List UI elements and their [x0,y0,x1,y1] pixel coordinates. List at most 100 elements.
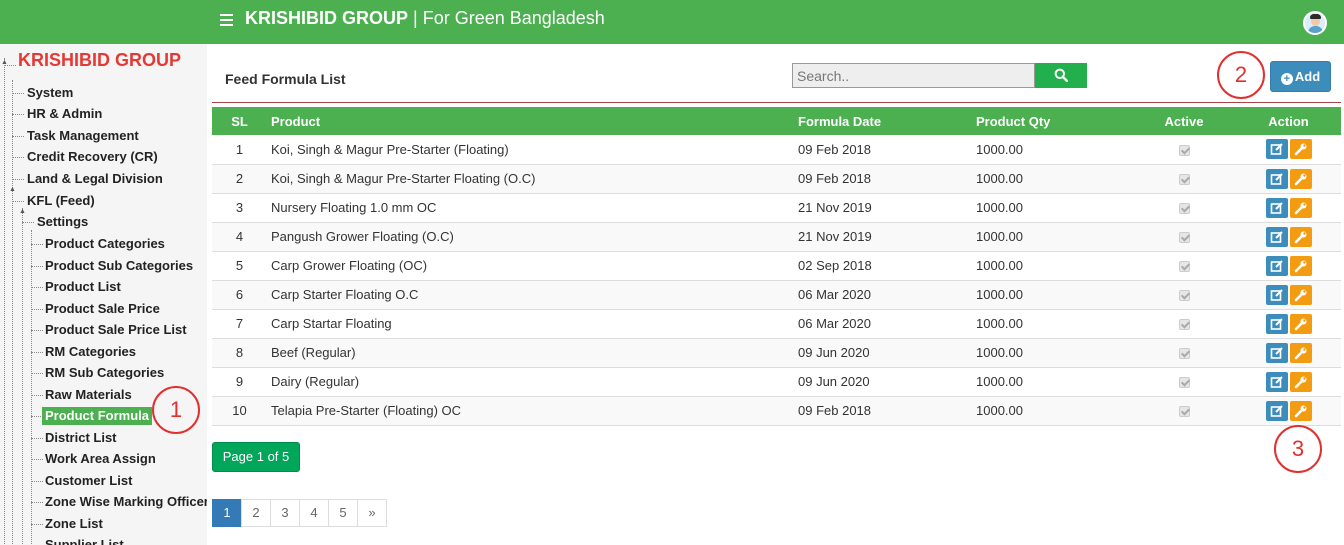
table-row: 8 Beef (Regular) 09 Jun 2020 1000.00 [212,338,1341,367]
column-header-formula-date[interactable]: Formula Date [794,107,972,135]
sidebar-subitem[interactable]: Supplier List [45,536,124,545]
configure-button[interactable] [1289,197,1312,218]
configure-button[interactable] [1289,255,1312,276]
active-checkbox[interactable] [1178,174,1190,186]
cell-product: Koi, Singh & Magur Pre-Starter (Floating… [271,141,509,157]
cell-action [1236,222,1341,251]
cell-action [1236,193,1341,222]
sidebar-item-settings[interactable]: Settings [37,213,88,231]
cell-sl: 10 [232,403,247,418]
table-row: 2 Koi, Singh & Magur Pre-Starter Floating… [212,164,1341,193]
configure-button[interactable] [1289,139,1312,160]
sidebar-item[interactable]: Credit Recovery (CR) [27,148,158,166]
column-header-active[interactable]: Active [1132,107,1236,135]
pagination-next[interactable]: » [357,499,387,527]
active-checkbox[interactable] [1178,406,1190,418]
pagination-page[interactable]: 5 [328,499,358,527]
edit-button[interactable] [1265,371,1288,392]
column-header-product-qty[interactable]: Product Qty [972,107,1132,135]
edit-button[interactable] [1265,255,1288,276]
active-checkbox[interactable] [1178,377,1190,389]
sidebar-subitem[interactable]: Customer List [45,472,132,490]
sidebar-subitem[interactable]: Zone Wise Marking Officer [45,493,207,511]
sidebar-subitem[interactable]: Zone List [45,515,103,533]
cell-sl: 6 [235,287,244,302]
sidebar-item[interactable]: Task Management [27,127,139,145]
sidebar-item[interactable]: Land & Legal Division [27,170,163,188]
column-header-product[interactable]: Product [267,107,794,135]
sidebar-subitem[interactable]: District List [45,429,117,447]
top-navbar: KRISHIBID GROUP | For Green Bangladesh [0,0,1344,44]
sidebar-subitem[interactable]: Product Sale Price List [45,321,187,339]
search-input[interactable] [792,63,1035,88]
active-checkbox[interactable] [1178,290,1190,302]
cell-product: Beef (Regular) [271,345,356,360]
sidebar-subitem[interactable]: Product Sale Price [45,300,160,318]
cell-product-qty: 1000.00 [976,287,1023,302]
edit-button[interactable] [1265,400,1288,421]
pagination-page[interactable]: 4 [299,499,329,527]
cell-product-qty: 1000.00 [976,345,1023,360]
collapse-icon[interactable]: ▲ [1,59,8,66]
cell-action [1236,280,1341,309]
column-header-sl[interactable]: SL [212,107,267,135]
sidebar-subitem[interactable]: RM Categories [45,343,136,361]
tree-root-label[interactable]: KRISHIBID GROUP [18,50,181,71]
pagination-page[interactable]: 3 [270,499,300,527]
edit-button[interactable] [1265,139,1288,160]
sidebar-item[interactable]: System [27,84,73,102]
active-checkbox[interactable] [1178,319,1190,331]
pagination-page[interactable]: 2 [241,499,271,527]
sidebar-item[interactable]: HR & Admin [27,105,102,123]
add-button[interactable]: + Add [1270,61,1331,92]
cell-action [1236,338,1341,367]
cell-action [1236,251,1341,280]
cell-product-qty: 1000.00 [976,316,1023,331]
cell-active [1132,396,1236,425]
cell-formula-date: 06 Mar 2020 [798,287,871,302]
active-checkbox[interactable] [1178,232,1190,244]
active-checkbox[interactable] [1178,203,1190,215]
sidebar-subitem[interactable]: Raw Materials [45,386,132,404]
title-divider [212,102,1341,103]
configure-button[interactable] [1289,313,1312,334]
active-checkbox[interactable] [1178,144,1190,156]
active-checkbox[interactable] [1178,348,1190,360]
configure-button[interactable] [1289,168,1312,189]
pagination-page[interactable]: 1 [212,499,242,527]
configure-button[interactable] [1289,342,1312,363]
cell-active [1132,251,1236,280]
sidebar-subitem[interactable]: Product Sub Categories [45,257,193,275]
expand-toggle-icon[interactable]: ▲ [9,186,16,193]
configure-button[interactable] [1289,284,1312,305]
sidebar-subitem[interactable]: Product List [45,278,121,296]
table-header-row: SL Product Formula Date Product Qty Acti… [212,107,1341,135]
table-row: 4 Pangush Grower Floating (O.C) 21 Nov 201… [212,222,1341,251]
cell-product: Telapia Pre-Starter (Floating) OC [271,403,462,418]
cell-active [1132,222,1236,251]
user-avatar[interactable] [1303,11,1327,35]
edit-button[interactable] [1265,342,1288,363]
configure-button[interactable] [1289,226,1312,247]
configure-button[interactable] [1289,371,1312,392]
cell-product-qty: 1000.00 [976,403,1023,418]
active-checkbox[interactable] [1178,261,1190,273]
sidebar-subitem[interactable]: Product Formula [42,407,153,425]
cell-product: Carp Grower Floating (OC) [271,258,428,273]
edit-button[interactable] [1265,168,1288,189]
configure-button[interactable] [1289,400,1312,421]
sidebar-item[interactable]: KFL (Feed) [27,192,95,210]
edit-button[interactable] [1265,284,1288,305]
edit-button[interactable] [1265,197,1288,218]
expand-toggle-icon[interactable]: ▲ [19,208,26,215]
search-button[interactable] [1035,63,1087,88]
edit-button[interactable] [1265,313,1288,334]
sidebar-subitem[interactable]: RM Sub Categories [45,364,164,382]
hamburger-menu-icon[interactable] [220,14,233,26]
cell-formula-date: 02 Sep 2018 [798,258,872,273]
table-row: 3 Nursery Floating 1.0 mm OC 21 Nov 2019 10… [212,193,1341,222]
edit-button[interactable] [1265,226,1288,247]
sidebar-subitem[interactable]: Work Area Assign [45,450,156,468]
table-row: 1 Koi, Singh & Magur Pre-Starter (Floatin… [212,135,1341,164]
sidebar-subitem[interactable]: Product Categories [45,235,165,253]
